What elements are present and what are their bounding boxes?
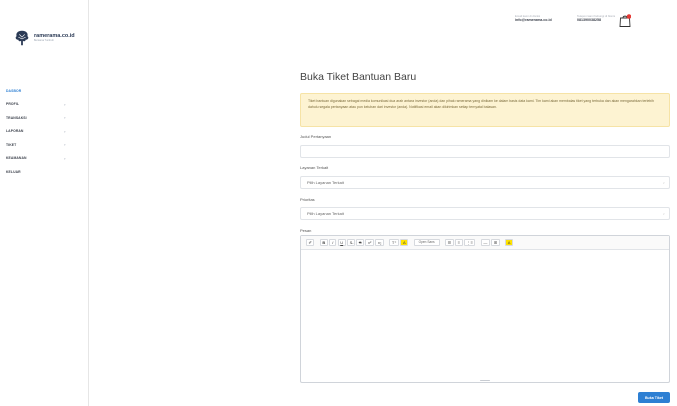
unordered-list-button[interactable]: ☰ bbox=[445, 239, 454, 246]
email-contact[interactable]: Email kami di disnisi info@ramerama.co.i… bbox=[515, 14, 552, 23]
chevron-down-icon: › bbox=[661, 182, 667, 184]
text-color-button[interactable]: A bbox=[400, 239, 409, 246]
shopping-bag-icon[interactable] bbox=[619, 14, 631, 27]
info-notice: Tiket bantuan digunakan sebagai media ko… bbox=[300, 93, 670, 127]
sidebar-nav: DASBOR PROFIL › TRANSAKSI › LAPORAN › TI… bbox=[0, 84, 89, 179]
brand-tagline: Bersama Tumbuh bbox=[34, 39, 54, 42]
editor-toolbar: ✐ B I U S̶ S x² x₂ T⁺ A Open Sans ☰ ≡ ⋮≡… bbox=[301, 236, 669, 250]
message-label: Pesan bbox=[300, 228, 312, 233]
chevron-down-icon: › bbox=[62, 130, 68, 133]
email-value: info@ramerama.co.id bbox=[515, 18, 552, 23]
chevron-down-icon: › bbox=[62, 157, 68, 160]
service-select-value: Pilih Layanan Terkait bbox=[307, 180, 344, 185]
chevron-down-icon: › bbox=[62, 117, 68, 119]
priority-select-value: Pilih Layanan Terkait bbox=[307, 211, 344, 216]
italic-button[interactable]: I bbox=[329, 239, 337, 246]
strike-button[interactable]: S bbox=[356, 239, 364, 246]
strikethrough-button[interactable]: S̶ bbox=[347, 239, 355, 246]
highlight-button[interactable]: A bbox=[505, 239, 513, 246]
sidebar-item-label: TIKET bbox=[6, 142, 17, 147]
underline-button[interactable]: U bbox=[337, 239, 346, 246]
top-header: Email kami di disnisi info@ramerama.co.i… bbox=[89, 0, 677, 41]
link-button[interactable]: — bbox=[480, 239, 490, 246]
ordered-list-button[interactable]: ≡ bbox=[455, 239, 463, 246]
font-size-button[interactable]: T⁺ bbox=[389, 239, 399, 246]
brand-logo[interactable]: ramerama.co.id Bersama Tumbuh bbox=[13, 29, 75, 47]
sidebar-item-profil[interactable]: PROFIL › bbox=[0, 98, 89, 112]
chevron-down-icon: › bbox=[661, 213, 667, 215]
chevron-down-icon: › bbox=[62, 144, 68, 146]
sidebar-item-dasbor[interactable]: DASBOR bbox=[0, 84, 89, 98]
font-family-select[interactable]: Open Sans bbox=[413, 239, 440, 246]
paragraph-button[interactable]: ⋮≡ bbox=[464, 239, 476, 246]
sidebar-item-label: KEAMANAN bbox=[6, 156, 27, 161]
subject-label: Judul Pertanyaan bbox=[300, 134, 332, 139]
sidebar-item-tiket[interactable]: TIKET › bbox=[0, 138, 89, 152]
sidebar-item-label: DASBOR bbox=[6, 88, 22, 93]
tree-logo-icon bbox=[15, 30, 29, 46]
service-label: Layanan Terkait bbox=[300, 165, 329, 170]
bold-button[interactable]: B bbox=[319, 239, 328, 246]
superscript-button[interactable]: x² bbox=[365, 239, 374, 246]
editor-resize-handle[interactable] bbox=[480, 379, 490, 381]
page-title: Buka Tiket Bantuan Baru bbox=[300, 71, 417, 83]
magic-pen-button[interactable]: ✐ bbox=[306, 239, 315, 246]
chevron-down-icon: › bbox=[62, 103, 68, 106]
phone-value: 081390038258 bbox=[577, 18, 601, 23]
phone-contact[interactable]: Telepon kami hubungi di bisnis 081390038… bbox=[577, 14, 615, 23]
sidebar-item-label: LAPORAN bbox=[6, 129, 24, 134]
sidebar-item-keluar[interactable]: KELUAR bbox=[0, 165, 89, 179]
sidebar: ramerama.co.id Bersama Tumbuh DASBOR PRO… bbox=[0, 0, 89, 406]
priority-label: Prioritas bbox=[300, 197, 315, 202]
open-ticket-button[interactable]: Buka Tiket bbox=[638, 392, 670, 403]
sidebar-item-label: PROFIL bbox=[6, 102, 20, 107]
sidebar-item-transaksi[interactable]: TRANSAKSI › bbox=[0, 111, 89, 125]
subject-input[interactable] bbox=[300, 145, 670, 158]
sidebar-item-laporan[interactable]: LAPORAN › bbox=[0, 125, 89, 139]
sidebar-item-label: TRANSAKSI bbox=[6, 115, 27, 120]
priority-select[interactable]: Pilih Layanan Terkait › bbox=[300, 207, 670, 220]
message-editor[interactable]: ✐ B I U S̶ S x² x₂ T⁺ A Open Sans ☰ ≡ ⋮≡… bbox=[300, 235, 670, 383]
sidebar-item-keamanan[interactable]: KEAMANAN › bbox=[0, 152, 89, 166]
subscript-button[interactable]: x₂ bbox=[375, 239, 384, 246]
service-select[interactable]: Pilih Layanan Terkait › bbox=[300, 176, 670, 189]
sidebar-item-label: KELUAR bbox=[6, 169, 21, 174]
table-button[interactable]: ⊞ bbox=[491, 239, 500, 246]
